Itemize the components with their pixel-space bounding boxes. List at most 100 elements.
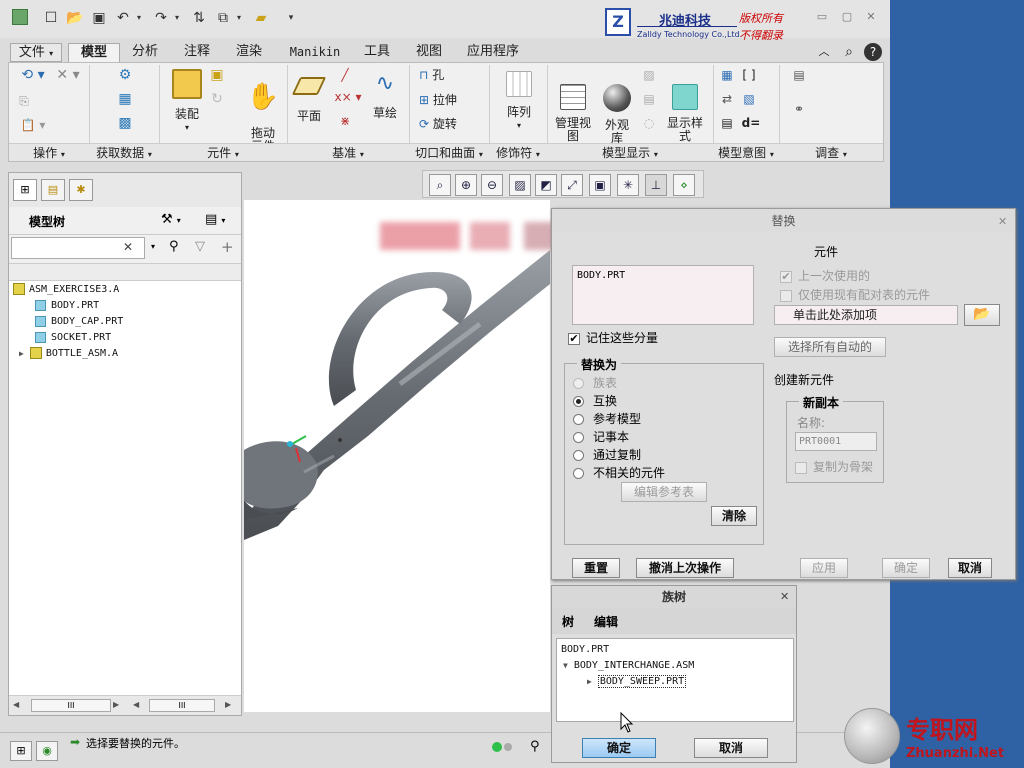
reference-viewer-icon[interactable]: ⚭ bbox=[789, 103, 809, 121]
option-reference-model[interactable]: 参考模型 bbox=[573, 410, 641, 427]
display-style-icon[interactable]: ◩ bbox=[535, 174, 557, 196]
tab-tools[interactable]: 工具 bbox=[356, 43, 398, 62]
clear-search-icon[interactable]: ✕ bbox=[123, 240, 133, 254]
group-label-operations[interactable]: 操作 ▾ bbox=[9, 143, 89, 161]
manage-views-button[interactable]: 管理视 图 bbox=[551, 69, 595, 143]
regenerate-icon[interactable]: ⟲ ▾ bbox=[15, 68, 51, 87]
refit-icon[interactable]: ⌕ bbox=[429, 174, 451, 196]
group-label-model-intent[interactable]: 模型意图 ▾ bbox=[713, 143, 779, 161]
extrude-button[interactable]: ⊞ 拉伸 bbox=[419, 94, 479, 112]
filter-icon[interactable]: ▽ bbox=[195, 239, 205, 254]
regenerate-icon[interactable]: ⇅ bbox=[190, 9, 208, 27]
ok-button[interactable]: 确定 bbox=[582, 738, 656, 758]
tab-analysis[interactable]: 分析 bbox=[124, 43, 166, 62]
layer-icon[interactable]: ◌ bbox=[639, 117, 659, 135]
show-options-icon[interactable]: ▤ ▾ bbox=[205, 212, 225, 227]
table-icon[interactable]: ▤ bbox=[717, 117, 737, 135]
copy-geometry-icon[interactable]: ▦ bbox=[115, 92, 135, 111]
graphics-area[interactable] bbox=[244, 200, 550, 712]
search-dropdown-icon[interactable]: ▾ bbox=[151, 242, 155, 251]
section-icon[interactable]: ▨ bbox=[639, 69, 659, 87]
tab-manikin[interactable]: Manikin bbox=[280, 43, 350, 62]
copy-icon[interactable]: ⎘ bbox=[15, 95, 33, 113]
tree-item-bottle-asm[interactable]: ▶ BOTTLE_ASM.A bbox=[19, 347, 118, 361]
checkbox[interactable] bbox=[795, 461, 807, 474]
repeat-component-icon[interactable]: ↻ bbox=[207, 92, 227, 111]
tree-item-body-cap[interactable]: BODY_CAP.PRT bbox=[35, 315, 123, 329]
group-label-modifiers[interactable]: 修饰符 ▾ bbox=[489, 143, 547, 161]
tree-item-socket[interactable]: SOCKET.PRT bbox=[35, 331, 111, 345]
option-unrelated-component[interactable]: 不相关的元件 bbox=[573, 464, 665, 481]
view-manager-icon[interactable]: ▣ bbox=[589, 174, 611, 196]
shrinkwrap-icon[interactable]: ▩ bbox=[115, 116, 135, 135]
option-notebook[interactable]: 记事本 bbox=[573, 428, 629, 445]
family-tree-item-root[interactable]: BODY.PRT bbox=[561, 643, 609, 657]
apply-button[interactable]: 应用 bbox=[800, 558, 848, 578]
tab-view[interactable]: 视图 bbox=[408, 43, 450, 62]
tab-render[interactable]: 渲染 bbox=[228, 43, 270, 62]
redo-dropdown-icon[interactable]: ▾ bbox=[168, 9, 186, 27]
publish-geometry-icon[interactable]: ⇄ bbox=[717, 93, 737, 111]
create-component-icon[interactable]: ▣ bbox=[207, 68, 227, 87]
checkbox[interactable] bbox=[780, 289, 792, 302]
customize-toolbar-icon[interactable]: ▾ bbox=[282, 9, 300, 27]
radio[interactable] bbox=[573, 450, 584, 461]
scroll-right-icon[interactable]: ▶ bbox=[225, 700, 231, 709]
repaint-icon[interactable]: ▨ bbox=[509, 174, 531, 196]
last-used-checkbox[interactable]: ✔ 上一次使用的 bbox=[780, 267, 870, 284]
drag-components-button[interactable]: ✋ 拖动 元件 bbox=[241, 69, 285, 153]
tab-applications[interactable]: 应用程序 bbox=[458, 43, 528, 62]
expand-arrow-icon[interactable]: ▶ bbox=[587, 677, 592, 686]
saved-orientations-icon[interactable]: ⤢ bbox=[561, 174, 583, 196]
display-style-button[interactable]: 显示样 式 bbox=[663, 69, 707, 143]
group-label-cut-surface[interactable]: 切口和曲面 ▾ bbox=[409, 143, 489, 161]
tab-file[interactable]: 文件 ▾ bbox=[10, 43, 62, 62]
settings-tools-icon[interactable]: ⚒ ▾ bbox=[161, 212, 181, 227]
open-folder-icon[interactable]: 📂 bbox=[66, 9, 84, 27]
close-icon[interactable]: ✕ bbox=[780, 590, 789, 603]
minimize-ribbon-icon[interactable]: ︿ bbox=[816, 43, 832, 62]
revolve-button[interactable]: ⟳ 旋转 bbox=[419, 118, 479, 136]
group-label-datum[interactable]: 基准 ▾ bbox=[287, 143, 409, 161]
only-paired-checkbox[interactable]: 仅使用现有配对表的元件 bbox=[780, 286, 930, 303]
selected-part-item[interactable]: BODY.PRT bbox=[577, 270, 625, 281]
edit-reference-table-button[interactable]: 编辑参考表 bbox=[621, 482, 707, 502]
hole-button[interactable]: ⊓ 孔 bbox=[419, 69, 479, 87]
family-table-icon[interactable]: ▦ bbox=[717, 69, 737, 87]
remember-selection-checkbox[interactable]: ✔ 记住这些分量 bbox=[568, 329, 658, 346]
user-defined-feature-icon[interactable]: ⚙ bbox=[115, 68, 135, 87]
toggle-browser-icon[interactable]: ◉ bbox=[36, 741, 58, 761]
search-icon[interactable]: ⌕ bbox=[840, 43, 858, 62]
find-icon[interactable]: ⚲ bbox=[169, 239, 179, 254]
model-tree-tab-icon[interactable]: ⊞ bbox=[13, 179, 37, 201]
coordinate-system-icon[interactable]: ⋇ bbox=[331, 115, 359, 133]
close-window-folder-icon[interactable]: ▰ bbox=[252, 9, 270, 27]
appearance-gallery-button[interactable]: 外观 库 bbox=[597, 69, 637, 145]
scroll-left-icon[interactable]: ◀ bbox=[13, 700, 19, 709]
sketch-button[interactable]: ∿ 草绘 bbox=[367, 71, 403, 131]
option-by-copy[interactable]: 通过复制 bbox=[573, 446, 641, 463]
add-item-field[interactable]: 单击此处添加项 bbox=[774, 305, 958, 325]
family-tree-item-sweep[interactable]: ▶ BODY_SWEEP.PRT bbox=[587, 675, 687, 689]
maximize-icon[interactable]: ▢ bbox=[840, 10, 854, 24]
assemble-button[interactable]: 装配 ▾ bbox=[165, 67, 209, 133]
scroll-right-icon[interactable]: ▶ bbox=[113, 700, 119, 709]
copy-as-skeleton-checkbox[interactable]: 复制为骨架 bbox=[795, 458, 873, 475]
model-tree-scrollbar[interactable]: ◀ III ▶ ◀ III ▶ bbox=[9, 695, 241, 715]
folder-browser-tab-icon[interactable]: ▤ bbox=[41, 179, 65, 201]
group-label-model-display[interactable]: 模型显示 ▾ bbox=[547, 143, 713, 161]
delete-icon[interactable]: ✕ ▾ bbox=[53, 68, 83, 87]
new-file-icon[interactable]: ☐ bbox=[42, 9, 60, 27]
new-copy-name-input[interactable] bbox=[795, 432, 877, 451]
group-label-components[interactable]: 元件 ▾ bbox=[159, 143, 287, 161]
menu-tree[interactable]: 树 bbox=[562, 613, 574, 630]
undo-last-button[interactable]: 撤消上次操作 bbox=[636, 558, 734, 578]
axis-icon[interactable]: ╱ bbox=[331, 69, 359, 87]
scroll-thumb[interactable]: III bbox=[149, 699, 215, 712]
scroll-thumb[interactable]: III bbox=[31, 699, 111, 712]
cancel-button[interactable]: 取消 bbox=[948, 558, 992, 578]
zoom-in-icon[interactable]: ⊕ bbox=[455, 174, 477, 196]
minimize-icon[interactable]: ▭ bbox=[815, 10, 829, 24]
tab-annotate[interactable]: 注释 bbox=[176, 43, 218, 62]
plane-button[interactable]: 平面 bbox=[291, 71, 327, 131]
